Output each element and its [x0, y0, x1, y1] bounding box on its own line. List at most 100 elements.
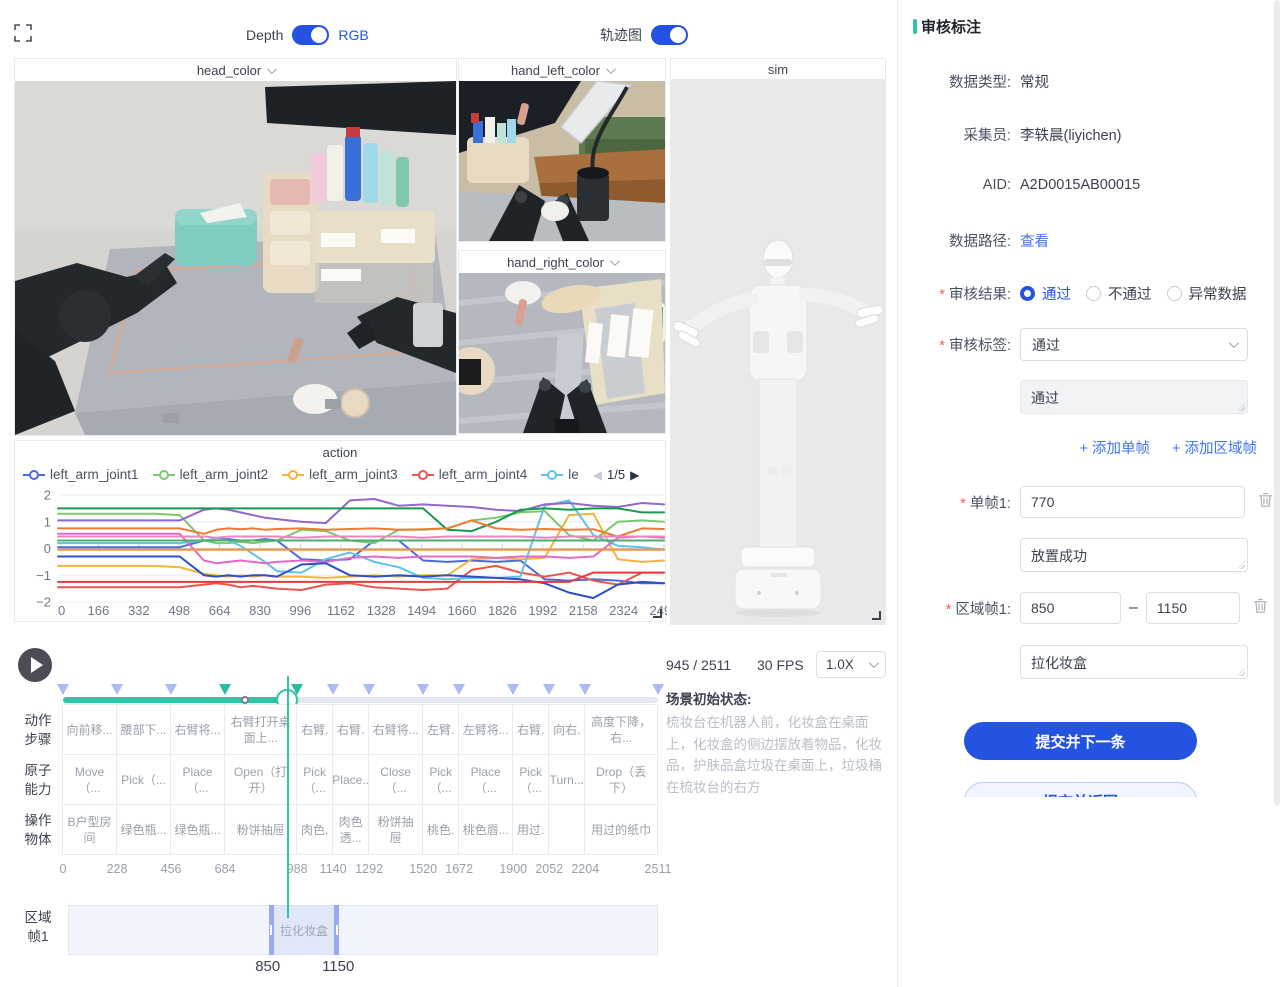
sim-viewport[interactable]	[671, 79, 885, 624]
textarea-resize-icon[interactable]	[1237, 668, 1245, 676]
table-cell[interactable]: 高度下降，右...	[584, 704, 658, 755]
view-link[interactable]: 查看	[1020, 230, 1049, 251]
table-cell[interactable]: 绿色瓶...	[170, 804, 225, 855]
field-aid: AID: A2D0015AB00015	[898, 177, 1273, 193]
review-result-option[interactable]: 异常数据	[1167, 283, 1247, 304]
table-cell[interactable]: Pick（...	[116, 754, 171, 805]
camera-header-head[interactable]: head_color	[15, 59, 456, 81]
action-chart-svg[interactable]: 210−1−2016633249866483099611621328149416…	[15, 487, 667, 621]
region-frame-box[interactable]: 拉化妆盒	[269, 905, 339, 955]
table-cell[interactable]: 绿色瓶...	[116, 804, 171, 855]
add-region-frame-link[interactable]: + 添加区域帧	[1172, 437, 1257, 458]
legend-item[interactable]: left_arm_joint1	[23, 467, 139, 482]
timeline-marker-icon[interactable]	[165, 684, 177, 695]
trash-icon[interactable]	[1258, 492, 1273, 513]
scene-state-block: 场景初始状态: 梳妆台在机器人前，化妆盒在桌面上，化妆盒的侧边摆放着物品，化妆品…	[666, 690, 890, 798]
table-cell[interactable]: Move（...	[62, 754, 117, 805]
region-grip-right[interactable]	[336, 925, 338, 935]
table-cell[interactable]: 右臂.	[296, 704, 333, 755]
playhead-line[interactable]	[287, 676, 289, 918]
table-cell[interactable]: 肉色.	[296, 804, 333, 855]
play-button[interactable]	[18, 648, 52, 682]
speed-select[interactable]: 1.0X	[816, 651, 886, 678]
legend-item[interactable]: left_arm_joint2	[153, 467, 269, 482]
table-cell[interactable]: 桃色唇...	[458, 804, 513, 855]
frame-counter: 945 / 2511	[666, 657, 731, 673]
submit-next-button[interactable]: 提交并下一条	[964, 722, 1197, 760]
review-tag-select[interactable]: 通过	[1020, 328, 1248, 361]
table-cell[interactable]: Place（...	[170, 754, 225, 805]
table-cell[interactable]: Pick（...	[296, 754, 333, 805]
range-dash: –	[1129, 599, 1138, 617]
trajectory-switch[interactable]	[651, 25, 688, 45]
legend-item[interactable]: left_arm_joint3	[282, 467, 398, 482]
panel-scrollbar[interactable]	[1274, 0, 1280, 806]
tag-note-textarea[interactable]: 通过	[1020, 380, 1248, 414]
timeline-marker-icon[interactable]	[291, 684, 303, 695]
table-cell[interactable]: 用过.	[512, 804, 549, 855]
sim-panel: sim	[670, 58, 886, 625]
textarea-resize-icon[interactable]	[1237, 403, 1245, 411]
region-grip-left[interactable]	[270, 925, 272, 935]
timeline-marker-icon[interactable]	[543, 684, 555, 695]
resize-corner-icon[interactable]	[653, 609, 662, 618]
textarea-resize-icon[interactable]	[1237, 561, 1245, 569]
table-cell[interactable]: 右臂将...	[368, 704, 423, 755]
table-cell[interactable]: 用过的纸巾	[584, 804, 658, 855]
timeline-marker-icon[interactable]	[363, 684, 375, 695]
table-cell[interactable]	[548, 804, 585, 855]
legend-next-icon[interactable]: ▶	[630, 468, 639, 482]
legend-item[interactable]: le	[541, 467, 579, 482]
table-cell[interactable]: Close（...	[368, 754, 423, 805]
table-cell[interactable]: 右臂.	[512, 704, 549, 755]
table-cell[interactable]: 向右.	[548, 704, 585, 755]
table-cell[interactable]: Place..	[332, 754, 369, 805]
timeline-marker-icon[interactable]	[57, 684, 69, 695]
review-result-option[interactable]: 通过	[1020, 283, 1071, 304]
table-cell[interactable]: 向前移...	[62, 704, 117, 755]
timeline-marker-icon[interactable]	[219, 684, 231, 695]
radio-icon[interactable]	[1167, 286, 1182, 301]
depth-rgb-switch[interactable]	[292, 25, 329, 45]
timeline-marker-icon[interactable]	[507, 684, 519, 695]
table-cell[interactable]: B户型房间	[62, 804, 117, 855]
table-cell[interactable]: 左臂.	[422, 704, 459, 755]
timeline-marker-icon[interactable]	[652, 684, 664, 695]
table-cell[interactable]: 肉色透...	[332, 804, 369, 855]
table-cell[interactable]: 桃色.	[422, 804, 459, 855]
table-cell[interactable]: Drop（丢下）	[584, 754, 658, 805]
single-frame-desc-textarea[interactable]: 放置成功	[1020, 538, 1248, 572]
review-result-option[interactable]: 不通过	[1086, 283, 1152, 304]
timeline-marker-icon[interactable]	[111, 684, 123, 695]
fullscreen-icon[interactable]	[14, 24, 32, 42]
camera-header-hand-left[interactable]: hand_left_color	[459, 59, 665, 81]
timeline-marker-icon[interactable]	[579, 684, 591, 695]
timeline-marker-icon[interactable]	[327, 684, 339, 695]
table-cell[interactable]: 左臂将...	[458, 704, 513, 755]
legend-prev-icon[interactable]: ◀	[593, 468, 602, 482]
table-cell[interactable]: 右臂.	[332, 704, 369, 755]
add-single-frame-link[interactable]: + 添加单帧	[1080, 437, 1151, 458]
radio-icon[interactable]	[1086, 286, 1101, 301]
table-cell[interactable]: Pick（...	[512, 754, 549, 805]
table-cell[interactable]: Pick（...	[422, 754, 459, 805]
table-cell[interactable]: 粉饼抽屉	[368, 804, 423, 855]
submit-back-button[interactable]: 提交并返回	[964, 782, 1197, 797]
table-cell[interactable]: Turn...	[548, 754, 585, 805]
table-cell[interactable]: 右臂将...	[170, 704, 225, 755]
resize-corner-icon[interactable]	[872, 611, 881, 620]
trash-icon[interactable]	[1253, 598, 1268, 619]
timeline-marker-icon[interactable]	[453, 684, 465, 695]
region-frame-desc-textarea[interactable]: 拉化妆盒	[1020, 645, 1248, 679]
radio-icon[interactable]	[1020, 286, 1035, 301]
legend-item[interactable]: left_arm_joint4	[412, 467, 528, 482]
chevron-down-icon	[869, 658, 879, 668]
region-start-input[interactable]: 850	[1020, 592, 1121, 624]
table-cell[interactable]: 腰部下...	[116, 704, 171, 755]
camera-header-hand-right[interactable]: hand_right_color	[459, 251, 665, 273]
table-cell[interactable]: Place（...	[458, 754, 513, 805]
single-frame-input[interactable]: 770	[1020, 486, 1245, 518]
region-frame-track[interactable]: 拉化妆盒	[68, 905, 658, 955]
timeline-marker-icon[interactable]	[417, 684, 429, 695]
region-end-input[interactable]: 1150	[1146, 592, 1240, 624]
